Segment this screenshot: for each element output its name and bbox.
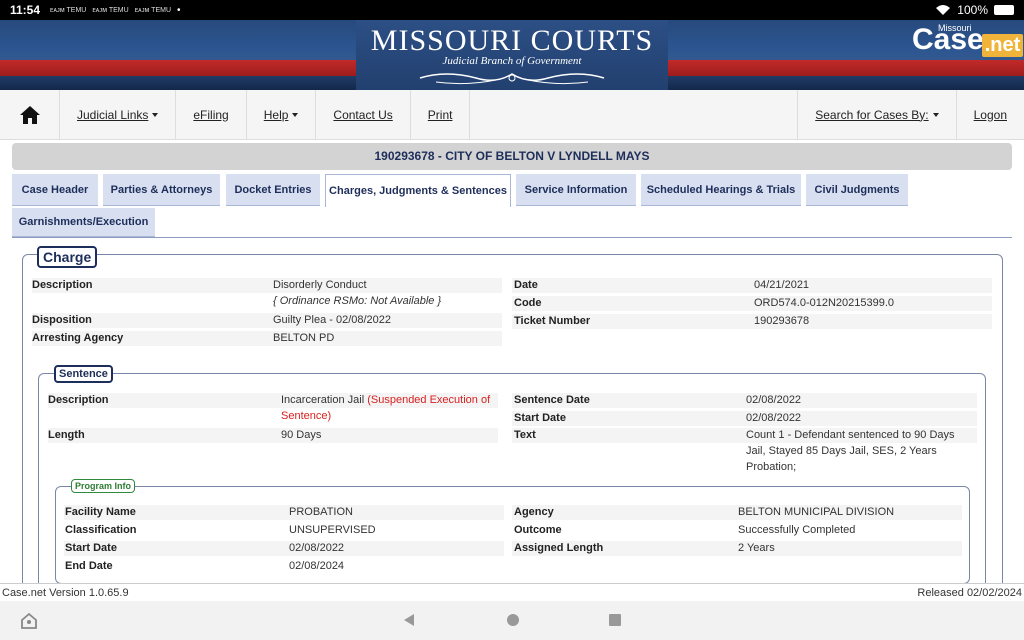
charge-disposition-label: Disposition [32,314,92,326]
sentence-text-line1: Count 1 - Defendant sentenced to 90 Days [746,429,955,441]
nav-print[interactable]: Print [411,89,471,140]
home-button[interactable] [0,89,60,140]
wifi-icon [936,5,951,15]
program-start-date-label: Start Date [65,542,117,554]
program-assigned-length-label: Assigned Length [514,542,604,554]
charge-date-label: Date [514,279,538,291]
sentence-suspended-note: (Suspended Execution of [367,394,491,406]
charges-content: Charge Description Disorderly Conduct { … [12,238,1012,583]
charge-agency-value: BELTON PD [273,332,335,344]
program-facility-label: Facility Name [65,506,136,518]
sentence-text-label: Text [514,429,536,441]
tab-case-header[interactable]: Case Header [12,174,98,206]
casenet-suffix-label: .net [981,33,1024,57]
caret-down-icon [932,112,939,117]
program-end-date-value: 02/08/2024 [289,560,345,572]
charge-ticket-label: Ticket Number [514,315,591,327]
sentence-suspended-note-cont: Sentence) [281,410,332,422]
sentence-description-value: Incarceration Jail (Suspended Execution … [281,394,491,406]
clock: 11:54 [10,3,41,17]
notification-icon: ᴇᴀᴊᴍ TEMU [92,6,129,14]
charge-description-label: Description [32,279,93,291]
tab-docket-entries[interactable]: Docket Entries [226,174,320,206]
tab-parties-attorneys[interactable]: Parties & Attorneys [103,174,220,206]
charge-date-value: 04/21/2021 [754,279,810,291]
tab-scheduled-hearings[interactable]: Scheduled Hearings & Trials [641,174,801,206]
program-classification-value: UNSUPERVISED [289,524,376,536]
program-end-date-label: End Date [65,560,113,572]
sentence-length-value: 90 Days [281,429,322,441]
sentence-date-label: Sentence Date [514,394,590,406]
accessibility-icon[interactable] [20,612,38,630]
nav-help[interactable]: Help [247,89,317,140]
main-navbar: Judicial Links eFiling Help Contact Us P… [0,89,1024,140]
nav-efiling[interactable]: eFiling [176,89,247,140]
sentence-date-value: 02/08/2022 [746,394,802,406]
charge-code-value: ORD574.0-012N20215399.0 [754,297,895,309]
home-icon [19,105,40,124]
missouri-courts-logo[interactable]: MISSOURI COURTS Judicial Branch of Gover… [356,20,668,90]
case-title: 190293678 - CITY OF BELTON V LYNDELL MAY… [12,143,1012,170]
sentence-description-label: Description [48,394,109,406]
caret-down-icon [292,112,299,117]
charge-agency-label: Arresting Agency [32,332,124,344]
dot-icon: • [177,4,181,16]
charge-description-value: Disorderly Conduct [273,279,367,291]
nav-judicial-links[interactable]: Judicial Links [60,89,177,140]
android-nav-bar [0,601,1024,640]
sentence-text-line2: Jail, Stayed 85 Days Jail, SES, 2 Years [746,445,937,457]
program-outcome-label: Outcome [514,524,562,536]
logo-title: MISSOURI COURTS [370,24,654,57]
sentence-start-date-label: Start Date [514,412,566,424]
program-classification-label: Classification [65,524,137,536]
page-footer: Case.net Version 1.0.65.9 Released 02/02… [0,583,1024,601]
notification-icon: ᴇᴀᴊᴍ TEMU [134,6,172,14]
flourish-icon [419,73,605,85]
program-info-legend: Program Info [71,479,136,493]
charge-ordinance-note: { Ordinance RSMo: Not Available } [273,295,442,307]
charge-ticket-value: 190293678 [754,315,810,327]
program-outcome-value: Successfully Completed [738,524,856,536]
charge-code-label: Code [514,297,542,309]
status-bar: 11:54 ᴇᴀᴊᴍ TEMU ᴇᴀᴊᴍ TEMU ᴇᴀᴊᴍ TEMU • 10… [0,0,1024,20]
sentence-length-label: Length [48,429,85,441]
program-assigned-length-value: 2 Years [738,542,775,554]
version-label: Case.net Version 1.0.65.9 [2,586,129,599]
program-agency-value: BELTON MUNICIPAL DIVISION [738,506,895,518]
release-date-label: Released 02/02/2024 [917,586,1022,599]
program-agency-label: Agency [514,506,554,518]
sentence-text-line3: Probation; [746,461,797,473]
battery-icon [994,5,1014,15]
back-icon[interactable] [402,613,416,627]
logo-subtitle: Judicial Branch of Government [442,55,582,67]
sentence-legend: Sentence [54,365,113,383]
tab-civil-judgments[interactable]: Civil Judgments [806,174,908,206]
program-facility-value: PROBATION [289,506,353,518]
tab-garnishments-execution[interactable]: Garnishments/Execution [12,208,155,237]
sentence-start-date-value: 02/08/2022 [746,412,802,424]
home-circle-icon[interactable] [506,613,520,627]
tab-charges-judgments-sentences[interactable]: Charges, Judgments & Sentences [325,174,511,207]
notification-icon: ᴇᴀᴊᴍ TEMU [50,6,87,14]
tab-service-information[interactable]: Service Information [516,174,636,206]
casenet-small-label: Missouri [938,23,972,33]
recents-icon[interactable] [608,613,622,627]
nav-contact-us[interactable]: Contact Us [316,89,411,140]
battery-percent: 100% [957,3,988,17]
charge-legend: Charge [37,246,98,268]
casenet-logo[interactable]: Missouri Case .net [912,20,1024,60]
caret-down-icon [152,112,159,117]
charge-disposition-value: Guilty Plea - 02/08/2022 [273,314,392,326]
program-start-date-value: 02/08/2022 [289,542,345,554]
nav-search-cases[interactable]: Search for Cases By: [797,89,955,140]
nav-logon[interactable]: Logon [955,89,1024,140]
site-banner: MISSOURI COURTS Judicial Branch of Gover… [0,20,1024,90]
